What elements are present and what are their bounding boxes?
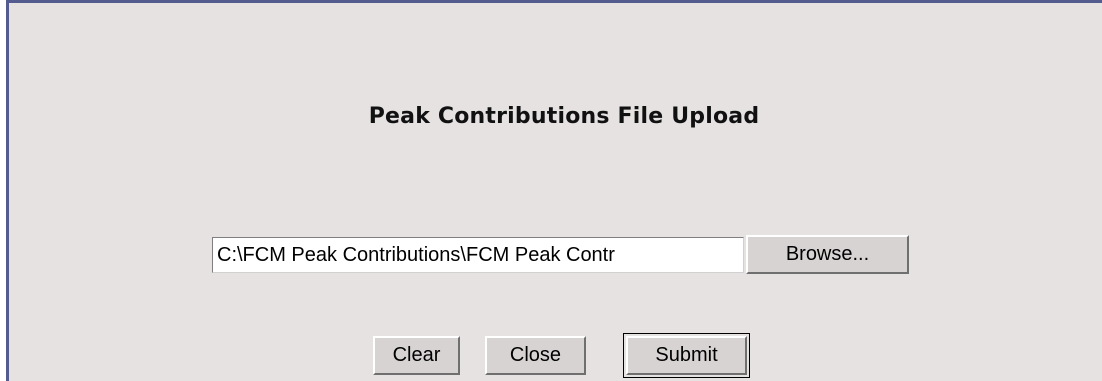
submit-button[interactable]: Submit bbox=[626, 336, 747, 375]
close-button[interactable]: Close bbox=[485, 336, 586, 375]
submit-button-focus-ring: Submit bbox=[623, 333, 750, 378]
dialog-title: Peak Contributions File Upload bbox=[368, 104, 760, 129]
upload-dialog: Peak Contributions File Upload C:\FCM Pe… bbox=[6, 0, 1102, 381]
clear-button[interactable]: Clear bbox=[373, 336, 460, 375]
browse-button[interactable]: Browse... bbox=[746, 235, 909, 274]
file-path-input[interactable]: C:\FCM Peak Contributions\FCM Peak Contr bbox=[212, 237, 744, 273]
